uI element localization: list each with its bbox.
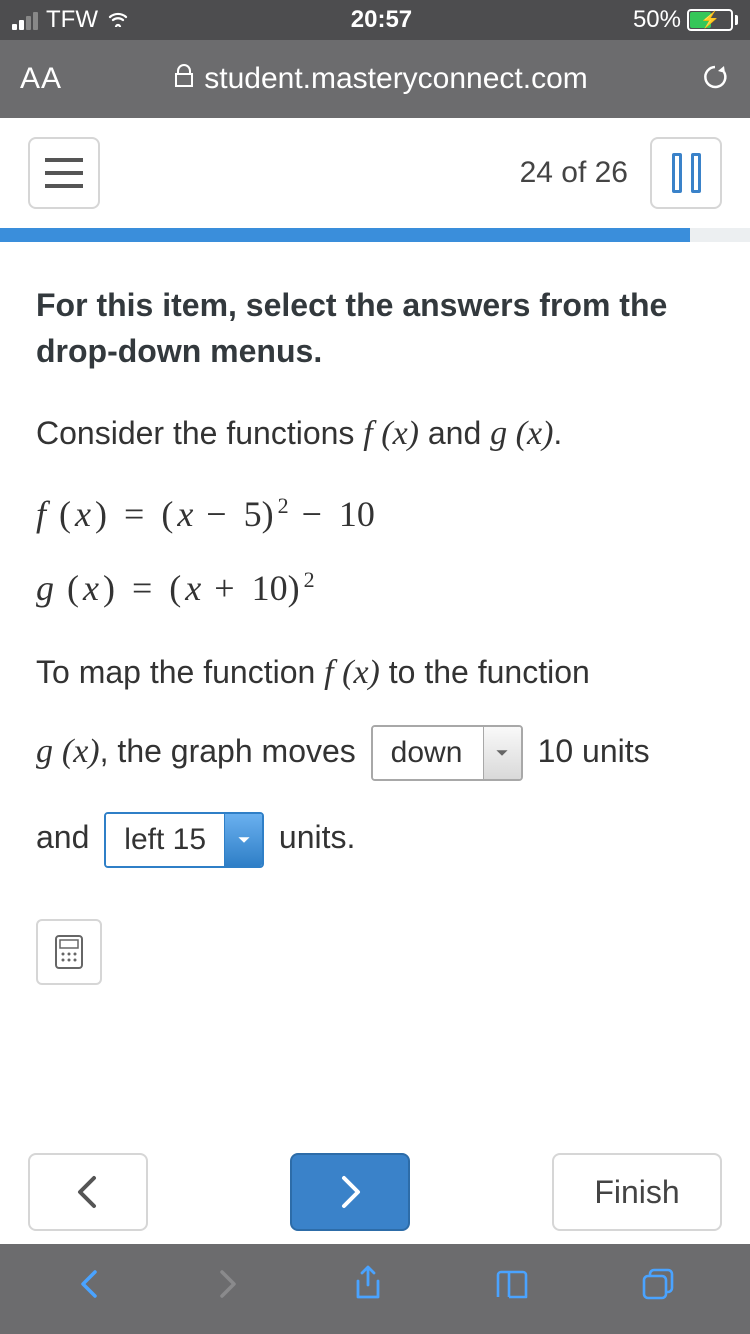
app-header: 24 of 26 (0, 118, 750, 228)
fn-f-2: f (x) (324, 654, 380, 691)
fn-f: f (x) (363, 415, 419, 452)
safari-toolbar (0, 1244, 750, 1334)
equation-f: f (x) = (x − 5)2 − 10 (36, 488, 714, 540)
url-field[interactable]: student.masteryconnect.com (80, 62, 682, 96)
pause-button[interactable] (650, 137, 722, 209)
chevron-down-icon (483, 727, 521, 779)
battery-percent: 50% (633, 6, 681, 34)
prompt-prefix: Consider the functions (36, 415, 363, 451)
q-prefix: To map the function (36, 654, 324, 690)
forward-icon[interactable] (214, 1266, 242, 1312)
menu-button[interactable] (28, 137, 100, 209)
dropdown-2-value: left 15 (106, 814, 224, 866)
chevron-down-icon (224, 814, 262, 866)
browser-url-bar: AA student.masteryconnect.com (0, 40, 750, 118)
prompt-suffix: . (553, 415, 562, 451)
back-icon[interactable] (75, 1266, 103, 1312)
signal-icon (12, 10, 38, 30)
and-text: and (419, 415, 490, 451)
share-icon[interactable] (352, 1265, 384, 1313)
text-size-button[interactable]: AA (20, 62, 62, 96)
reload-icon[interactable] (700, 62, 730, 97)
progress-bar (0, 228, 750, 242)
question-nav: Finish (0, 1140, 750, 1244)
instruction-text: For this item, select the answers from t… (36, 282, 714, 375)
question-line-1: To map the function f (x) to the functio… (36, 648, 714, 697)
next-question-button[interactable] (290, 1153, 410, 1231)
equation-g: g (x) = (x + 10)2 (36, 562, 714, 614)
page-count: 24 of 26 (520, 156, 628, 190)
clock: 20:57 (130, 6, 633, 34)
answer-p3: and (36, 819, 89, 855)
wifi-icon (106, 6, 130, 34)
q-middle: to the function (380, 654, 590, 690)
dropdown-direction-1[interactable]: down (371, 725, 523, 781)
lock-icon (174, 62, 194, 96)
dropdown-direction-2[interactable]: left 15 (104, 812, 264, 868)
dropdown-1-value: down (373, 727, 483, 779)
ios-status-bar: TFW 20:57 50% ⚡ (0, 0, 750, 40)
calculator-button[interactable] (36, 919, 102, 985)
battery-icon: ⚡ (687, 9, 738, 31)
question-content: For this item, select the answers from t… (0, 242, 750, 985)
prev-question-button[interactable] (28, 1153, 148, 1231)
fn-g: g (x) (490, 415, 553, 452)
carrier-label: TFW (46, 6, 98, 34)
url-domain: student.masteryconnect.com (204, 62, 588, 96)
answer-flow: g (x), the graph moves down 10 units and… (36, 708, 714, 880)
answer-p2: 10 units (538, 733, 650, 769)
prompt-line: Consider the functions f (x) and g (x). (36, 409, 714, 458)
finish-button[interactable]: Finish (552, 1153, 722, 1231)
bookmarks-icon[interactable] (494, 1268, 530, 1311)
finish-label: Finish (594, 1174, 679, 1211)
answer-p4: units. (279, 819, 355, 855)
progress-fill (0, 228, 690, 242)
tabs-icon[interactable] (641, 1267, 675, 1311)
